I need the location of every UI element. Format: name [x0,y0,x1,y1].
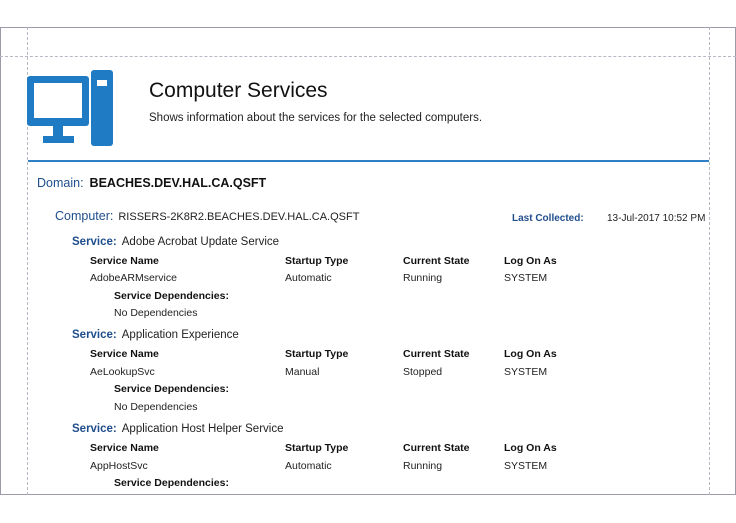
log-on-as-cell: SYSTEM [504,272,548,284]
computer-line: Computer: RISSERS-2K8R2.BEACHES.DEV.HAL.C… [55,209,359,223]
col-header-startup-type: Startup Type [285,255,349,267]
col-header-current-state: Current State [403,442,470,454]
page-margin-guide-right [709,27,710,495]
service-display-name: Application Host Helper Service [121,423,284,435]
startup-type-cell: Manual [285,366,320,378]
header-rule [28,160,709,162]
col-header-log-on-as: Log On As [504,348,557,360]
service-display-name: Application Experience [121,329,239,341]
service-label: Service: [72,236,117,248]
col-header-current-state: Current State [403,255,470,267]
col-header-log-on-as: Log On As [504,442,557,454]
current-state-cell: Running [403,272,443,284]
domain-label: Domain: [37,176,84,190]
dependencies-header: Service Dependencies: [114,290,229,302]
current-state-cell: Stopped [403,366,443,378]
service-name-cell: AppHostSvc [90,460,148,472]
startup-type-cell: Automatic [285,460,332,472]
service-heading: Service: Application Host Helper Service [72,423,283,435]
service-name-cell: AeLookupSvc [90,366,155,378]
dependencies-value: No Dependencies [114,401,198,413]
log-on-as-cell: SYSTEM [504,366,548,378]
col-header-log-on-as: Log On As [504,255,557,267]
dependencies-header: Service Dependencies: [114,477,229,489]
report-subtitle: Shows information about the services for… [149,112,483,124]
col-header-service-name: Service Name [90,255,159,267]
col-header-service-name: Service Name [90,348,159,360]
col-header-service-name: Service Name [90,442,159,454]
service-display-name: Adobe Acrobat Update Service [121,236,280,248]
dependencies-header: Service Dependencies: [114,383,229,395]
computer-label: Computer: [55,209,114,223]
col-header-startup-type: Startup Type [285,442,349,454]
frame-bottom-border [0,494,736,495]
report-title: Computer Services [149,79,328,102]
page-margin-guide-top [0,56,736,57]
service-name-cell: AdobeARMservice [90,272,177,284]
startup-type-cell: Automatic [285,272,332,284]
last-collected-value: 13-Jul-2017 10:52 PM [607,213,706,224]
dependencies-value: No Dependencies [114,307,198,319]
service-heading: Service: Application Experience [72,329,239,341]
frame-left-border [0,27,1,495]
log-on-as-cell: SYSTEM [504,460,548,472]
domain-value: BEACHES.DEV.HAL.CA.QSFT [89,176,267,190]
current-state-cell: Running [403,460,443,472]
col-header-startup-type: Startup Type [285,348,349,360]
service-label: Service: [72,423,117,435]
domain-line: Domain: BEACHES.DEV.HAL.CA.QSFT [37,176,266,190]
computer-icon [27,70,113,146]
service-label: Service: [72,329,117,341]
col-header-current-state: Current State [403,348,470,360]
last-collected-label: Last Collected: [512,213,584,224]
computer-value: RISSERS-2K8R2.BEACHES.DEV.HAL.CA.QSFT [118,211,360,223]
frame-top-border [0,27,736,28]
service-heading: Service: Adobe Acrobat Update Service [72,236,279,248]
